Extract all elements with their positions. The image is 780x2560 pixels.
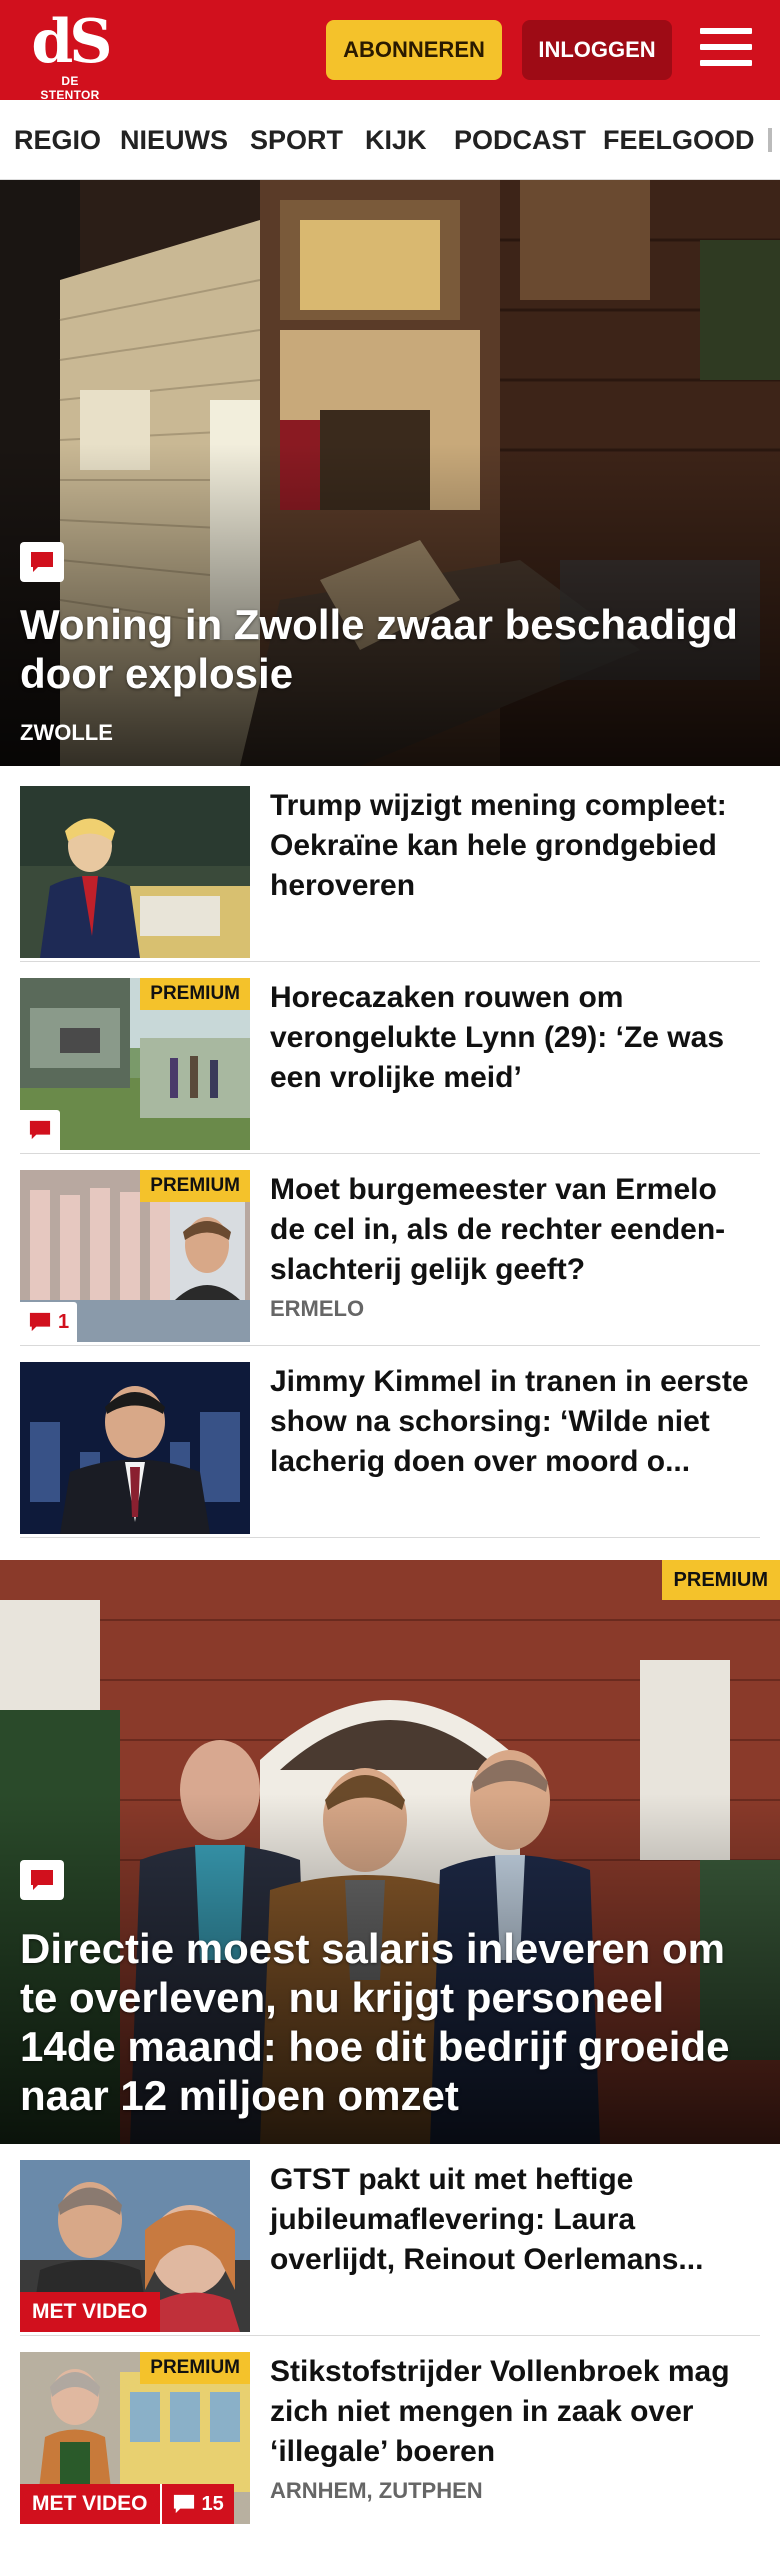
nav-item-nieuws[interactable]: NIEUWS — [120, 100, 228, 179]
premium-badge: PREMIUM — [140, 2352, 250, 2384]
subscribe-button[interactable]: ABONNEREN — [326, 20, 502, 80]
list-item[interactable]: Jimmy Kimmel in tranen in eerste show na… — [20, 1362, 760, 1538]
login-button[interactable]: INLOGGEN — [522, 20, 672, 80]
premium-badge: PREMIUM — [140, 1170, 250, 1202]
comment-count — [20, 1110, 60, 1150]
article-title[interactable]: GTST pakt uit met heftige jubileumafleve… — [270, 2160, 760, 2280]
article-thumbnail: PREMIUM — [20, 978, 250, 1150]
article-title[interactable]: Moet burgemeester van Ermelo de cel in, … — [270, 1170, 760, 1290]
nav-item-sport[interactable]: SPORT — [250, 100, 343, 179]
article-thumbnail — [20, 786, 250, 958]
premium-badge: PREMIUM — [140, 978, 250, 1010]
nav-item-kijk[interactable]: KIJK — [365, 100, 427, 179]
list-item[interactable]: PREMIUM MET VIDEO 15 Stikstofstrijder Vo… — [20, 2352, 760, 2528]
badge-row: MET VIDEO 15 — [20, 2484, 234, 2524]
hero-article-directie[interactable]: PREMIUM Directie moest salaris inleveren… — [0, 1560, 780, 2144]
article-thumbnail — [20, 1362, 250, 1534]
comment-count: 1 — [20, 1302, 78, 1342]
article-thumbnail: PREMIUM MET VIDEO 15 — [20, 2352, 250, 2524]
article-title[interactable]: Trump wijzigt mening compleet: Oekraïne … — [270, 786, 760, 906]
logo-subtitle: DE STENTOR — [40, 74, 100, 102]
list-item[interactable]: PREMIUM Horecazaken rouwen om verongeluk… — [20, 978, 760, 1154]
list-item[interactable]: Trump wijzigt mening compleet: Oekraïne … — [20, 786, 760, 962]
nav-item-feelgood[interactable]: FEELGOOD — [603, 100, 755, 179]
top-bar: dS DE STENTOR ABONNEREN INLOGGEN — [0, 0, 780, 102]
comment-number: 15 — [201, 2492, 224, 2515]
list-item[interactable]: MET VIDEO GTST pakt uit met heftige jubi… — [20, 2160, 760, 2336]
comment-icon — [173, 2494, 194, 2514]
article-thumbnail: PREMIUM 1 — [20, 1170, 250, 1342]
logo[interactable]: dS DE STENTOR — [30, 7, 112, 102]
comment-icon — [29, 1120, 51, 1140]
hero-title[interactable]: Woning in Zwolle zwaar beschadigd door e… — [20, 600, 760, 698]
list-item[interactable]: PREMIUM 1 Moet burgemeester van Ermelo d… — [20, 1170, 760, 1346]
comment-icon — [20, 542, 64, 582]
article-title[interactable]: Jimmy Kimmel in tranen in eerste show na… — [270, 1362, 760, 1482]
video-badge: MET VIDEO — [20, 2292, 160, 2332]
video-badge: MET VIDEO — [20, 2484, 160, 2524]
article-title[interactable]: Stikstofstrijder Vollenbroek mag zich ni… — [270, 2352, 760, 2472]
nav-item-regio[interactable]: REGIO — [14, 100, 101, 179]
hero-article-explosion[interactable]: Woning in Zwolle zwaar beschadigd door e… — [0, 180, 780, 766]
hero-location: ZWOLLE — [20, 720, 113, 745]
article-thumbnail: MET VIDEO — [20, 2160, 250, 2332]
article-location: ARNHEM, ZUTPHEN — [270, 2478, 483, 2503]
comment-icon — [29, 1312, 51, 1332]
nav-overflow-indicator — [768, 128, 772, 152]
hamburger-menu-icon[interactable] — [700, 24, 752, 70]
hero-title[interactable]: Directie moest salaris inleveren om te o… — [20, 1924, 760, 2120]
section-nav: REGIO NIEUWS SPORT KIJK PODCAST FEELGOOD — [0, 100, 780, 180]
comment-count: 15 — [159, 2484, 234, 2524]
logo-mark: dS — [31, 7, 112, 77]
comment-icon — [20, 1860, 64, 1900]
nav-item-podcast[interactable]: PODCAST — [454, 100, 586, 179]
article-title[interactable]: Horecazaken rouwen om verongelukte Lynn … — [270, 978, 760, 1098]
comment-number: 1 — [58, 1310, 70, 1333]
premium-badge: PREMIUM — [661, 1560, 780, 1600]
article-location: ERMELO — [270, 1296, 365, 1321]
